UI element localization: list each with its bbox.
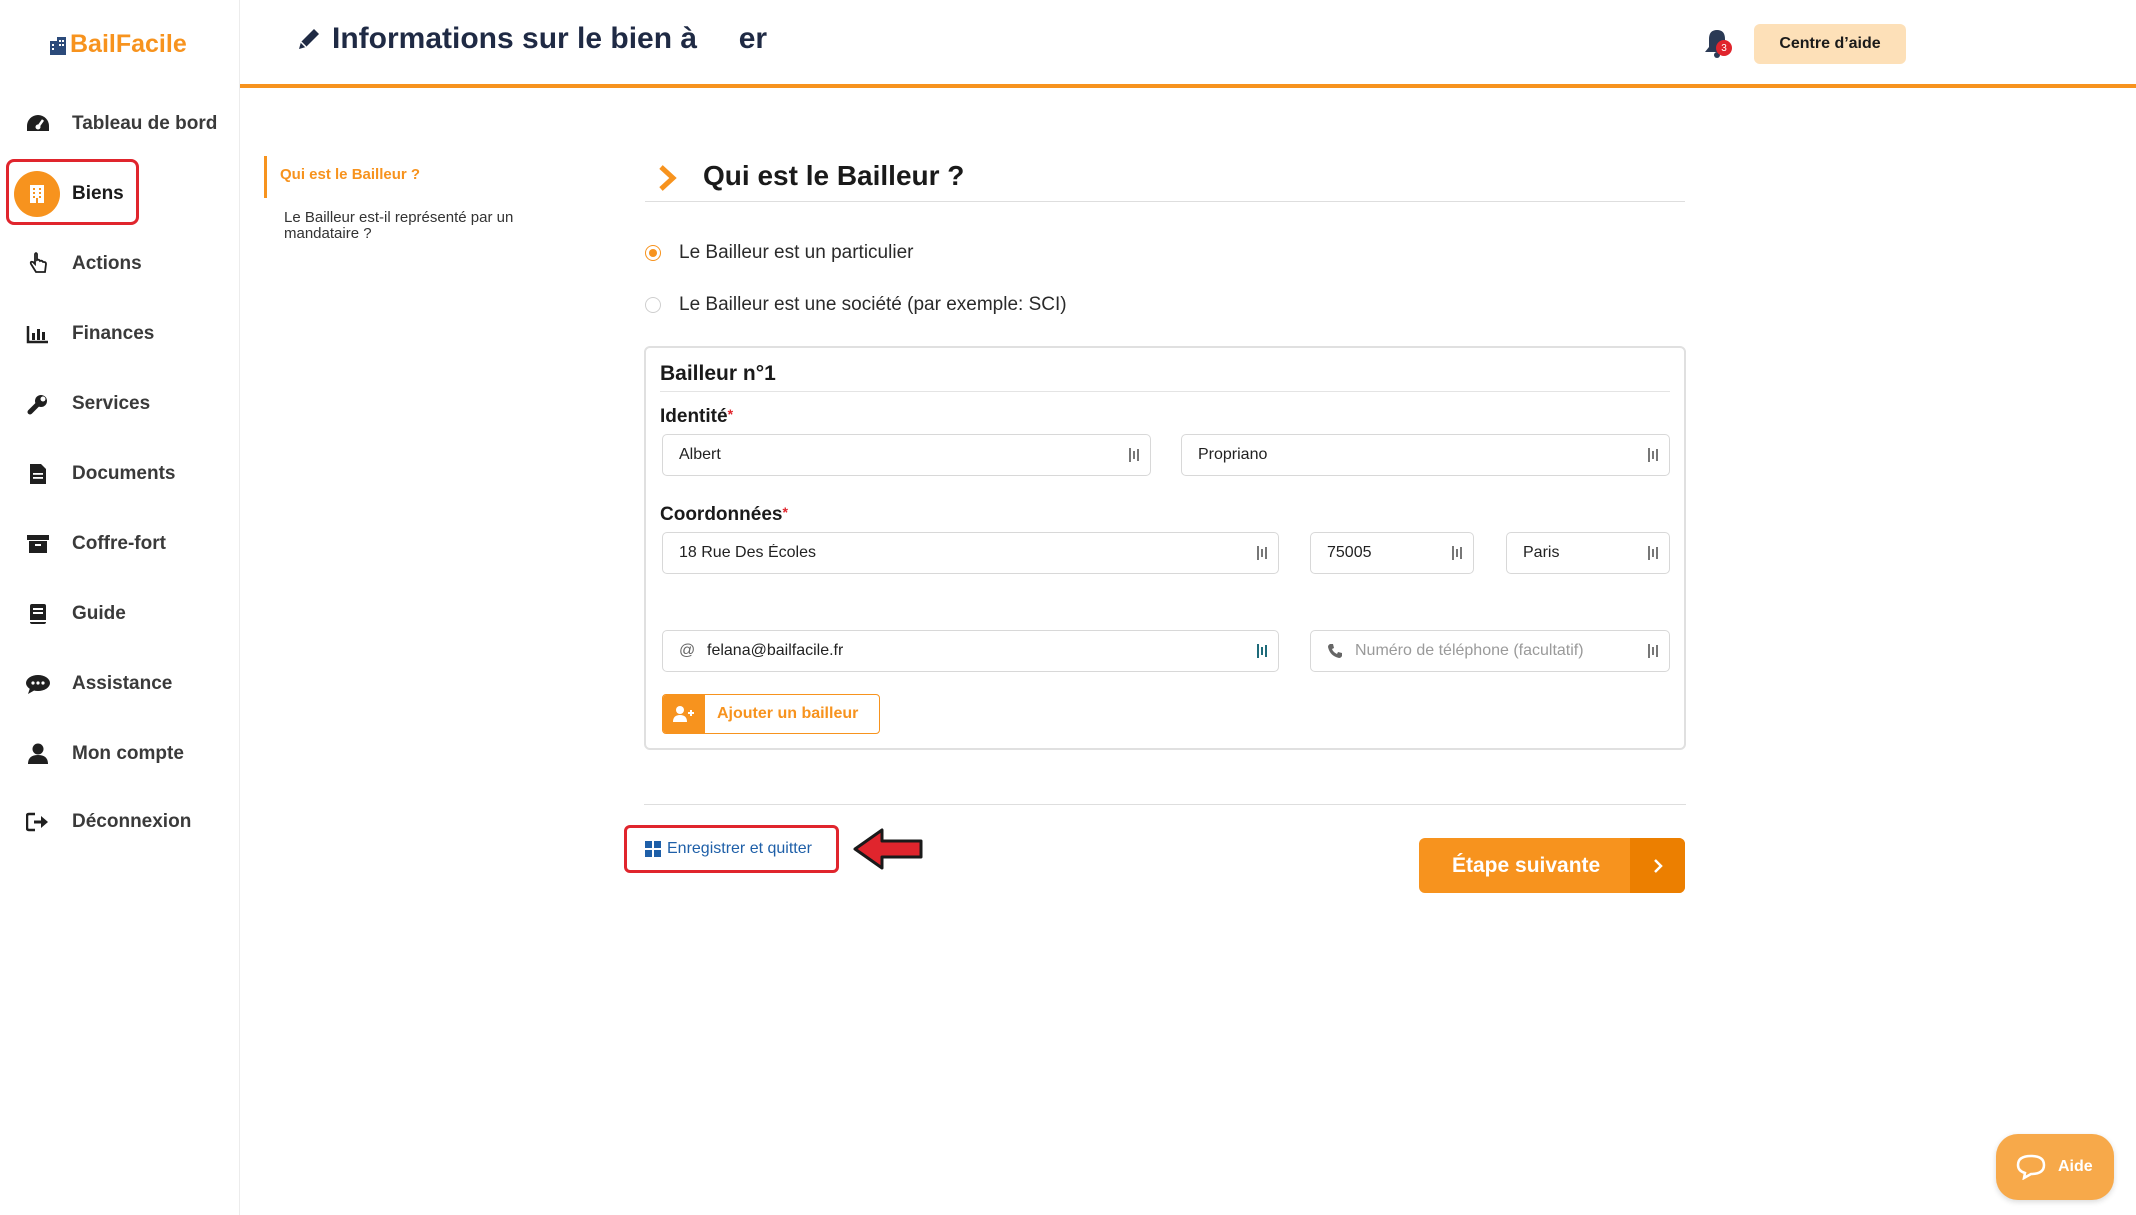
sidebar-item-coffre-fort[interactable]: Coffre-fort [0,516,240,572]
radio-label: Le Bailleur est un particulier [679,242,914,263]
field-options-icon [1257,546,1267,560]
field-options-icon [1648,546,1658,560]
sidebar-item-mon-compte[interactable]: Mon compte [0,726,240,782]
page-title: Informations sur le bien à er [296,22,767,56]
field-options-icon [1452,546,1462,560]
footer-divider [644,804,1686,805]
sidebar-item-label: Tableau de bord [72,113,218,134]
sidebar-item-guide[interactable]: Guide [0,586,240,642]
sidebar-item-assistance[interactable]: Assistance [0,656,240,712]
sidebar-item-label: Mon compte [72,743,184,764]
bar-chart-icon [22,318,54,350]
add-landlord-button[interactable]: Ajouter un bailleur [662,694,880,734]
logo-text: BailFacile [70,30,187,58]
sidebar-item-deconnexion[interactable]: Déconnexion [0,794,240,850]
section-heading: Qui est le Bailleur ? [645,158,1685,202]
document-icon [22,458,54,490]
sidebar-item-documents[interactable]: Documents [0,446,240,502]
sidebar-item-label: Actions [72,253,142,274]
sidebar-item-finances[interactable]: Finances [0,306,240,362]
field-options-icon [1129,448,1139,462]
radio-button[interactable] [645,297,661,313]
sidebar-item-label: Coffre-fort [72,533,166,554]
at-sign-icon: @ [679,642,696,659]
radio-societe[interactable]: Le Bailleur est une société (par exemple… [645,294,1067,316]
chevron-right-icon [659,165,677,191]
pencil-icon [299,29,319,49]
sidebar-item-label: Documents [72,463,176,484]
hand-pointer-icon [22,248,54,280]
field-options-icon [1257,644,1267,658]
landlord-card-title: Bailleur n°1 [660,362,1670,392]
step-current[interactable]: Qui est le Bailleur ? [264,156,584,198]
sidebar-item-label: Services [72,393,151,414]
radio-particulier[interactable]: Le Bailleur est un particulier [645,242,913,264]
step-navigation: Qui est le Bailleur ? Le Bailleur est-il… [264,156,584,242]
page-title-text: Informations sur le bien à er [332,22,768,55]
postal-code-field[interactable]: 75005 [1310,532,1474,574]
next-step-button[interactable]: Étape suivante [1419,838,1685,893]
logout-icon [22,806,54,838]
building-logo-icon [50,36,66,55]
step-next[interactable]: Le Bailleur est-il représenté par un man… [264,210,564,242]
phone-field[interactable]: Numéro de téléphone (facultatif) [1310,630,1670,672]
add-user-icon [663,695,705,733]
chevron-right-icon [1630,838,1685,893]
chat-icon [22,668,54,700]
radio-button-checked[interactable] [645,245,661,261]
sidebar-item-tableau-de-bord[interactable]: Tableau de bord [0,96,240,152]
highlight-box-biens [6,159,139,225]
help-widget-button[interactable]: Aide [1996,1134,2114,1200]
sidebar-item-label: Guide [72,603,126,624]
field-options-icon [1648,644,1658,658]
help-center-button[interactable]: Centre d’aide [1754,24,1906,64]
user-icon [22,738,54,770]
radio-label: Le Bailleur est une société (par exemple… [679,294,1067,315]
dashboard-icon [22,108,54,140]
coordinates-label: Coordonnées* [660,504,788,525]
address-field[interactable]: 18 Rue Des Écoles [662,532,1279,574]
notification-badge: 3 [1716,40,1732,56]
field-options-icon [1648,448,1658,462]
book-icon [22,598,54,630]
phone-icon [1328,644,1342,658]
sidebar-item-services[interactable]: Services [0,376,240,432]
save-and-quit-button[interactable]: Enregistrer et quitter [624,825,839,873]
city-field[interactable]: Paris [1506,532,1670,574]
archive-box-icon [22,528,54,560]
sidebar-item-actions[interactable]: Actions [0,236,240,292]
section-title: Qui est le Bailleur ? [703,160,965,191]
identity-label: Identité* [660,406,734,427]
email-field[interactable]: @ felana@bailfacile.fr [662,630,1279,672]
first-name-field[interactable]: Albert [662,434,1151,476]
sidebar-item-label: Déconnexion [72,811,192,832]
app-logo[interactable]: BailFacile [50,30,187,59]
red-arrow-annotation-icon [853,828,923,870]
landlord-card: Bailleur n°1 Identité* Albert Propriano … [644,346,1686,750]
chat-bubble-icon [2016,1154,2046,1180]
last-name-field[interactable]: Propriano [1181,434,1670,476]
top-header: Informations sur le bien à er Centre d’a… [240,0,2136,88]
sidebar: BailFacile Tableau de bord Biens Actions… [0,0,240,1215]
sidebar-item-label: Finances [72,323,155,344]
grid-icon [645,841,661,857]
sidebar-item-label: Assistance [72,673,173,694]
wrench-icon [22,388,54,420]
